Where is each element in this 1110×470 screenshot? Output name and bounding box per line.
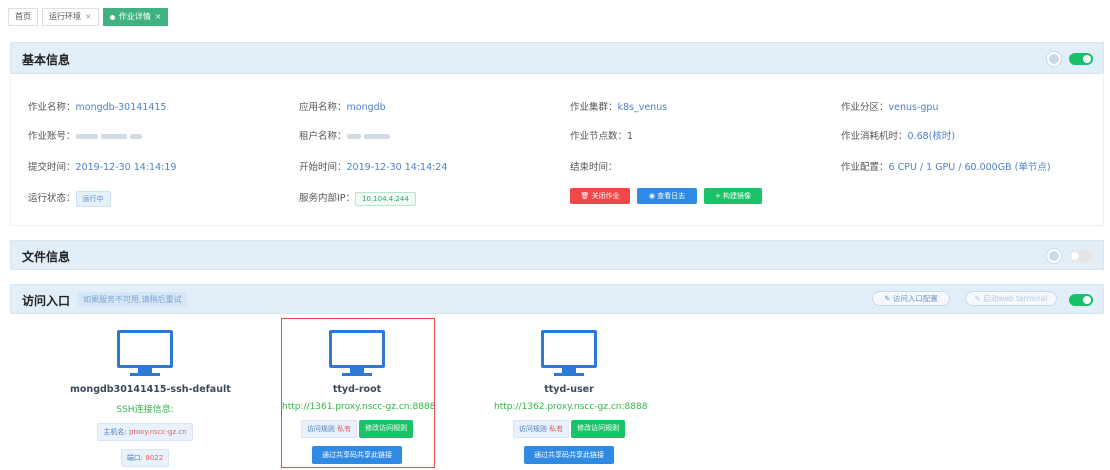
basic-info-header: 基本信息 bbox=[10, 42, 1104, 74]
redacted-value bbox=[100, 134, 127, 139]
access-rule-tag: 访问规则 私有 bbox=[512, 420, 570, 438]
modify-access-rule-button[interactable]: 修改访问规则 bbox=[571, 420, 626, 438]
access-toggle[interactable] bbox=[1069, 294, 1093, 306]
field-app-name: 应用名称：mongdb bbox=[299, 102, 386, 113]
tab-bar: 首页 运行环境 × 作业详情 × bbox=[8, 8, 169, 32]
field-status: 运行状态： 运行中 bbox=[28, 190, 111, 207]
tab-job-detail[interactable]: 作业详情 × bbox=[102, 8, 169, 26]
field-end-time: 结束时间： bbox=[570, 162, 618, 173]
eye-icon: ◉ bbox=[648, 192, 655, 200]
redacted-value bbox=[129, 134, 142, 139]
share-link-button[interactable]: 通过共享码共享此链接 bbox=[524, 446, 614, 464]
monitor-base bbox=[130, 373, 160, 376]
card-title: mongdb30141415-ssh-default bbox=[70, 384, 231, 395]
access-config-button[interactable]: ✎ 访问入口配置 bbox=[872, 291, 950, 306]
field-job-name: 作业名称：mongdb-30141415 bbox=[28, 102, 167, 113]
edit-icon: ✎ bbox=[884, 294, 891, 303]
field-partition: 作业分区：venus-gpu bbox=[841, 102, 939, 113]
start-web-terminal-button[interactable]: ✎ 启动web terminal bbox=[965, 291, 1057, 306]
monitor-base bbox=[554, 373, 584, 376]
redacted-value bbox=[346, 134, 361, 139]
access-card-ssh: mongdb30141415-ssh-default SSH连接信息: 主机名:… bbox=[70, 324, 231, 467]
refresh-icon[interactable] bbox=[1047, 52, 1061, 66]
monitor-icon bbox=[541, 330, 597, 373]
edit-icon: ✎ bbox=[974, 294, 981, 303]
service-notice: 如果服务不可用,请稍后重试 bbox=[78, 292, 187, 307]
file-info-header: 文件信息 bbox=[10, 240, 1104, 270]
field-tenant: 租户名称： bbox=[299, 128, 390, 142]
field-cluster: 作业集群：k8s_venus bbox=[570, 102, 668, 113]
host-tag: 主机名: proxy.nscc-gz.cn bbox=[97, 423, 193, 441]
close-icon[interactable]: × bbox=[155, 9, 162, 25]
monitor-icon bbox=[117, 330, 173, 373]
redacted-value bbox=[75, 134, 98, 139]
field-nodes: 作业节点数：1 bbox=[570, 131, 634, 142]
basic-info-toggle[interactable] bbox=[1069, 53, 1093, 65]
close-icon[interactable]: × bbox=[85, 9, 92, 25]
field-submit-time: 提交时间：2019-12-30 14:14:19 bbox=[28, 162, 177, 173]
ssh-info-label: SSH连接信息: bbox=[116, 405, 174, 415]
view-log-button[interactable]: ◉ 查看日志 bbox=[637, 188, 697, 204]
field-config: 作业配置：6 CPU / 1 GPU / 60.000GB (单节点) bbox=[841, 162, 1051, 173]
refresh-icon[interactable] bbox=[1047, 249, 1061, 263]
ip-badge: 10.104.4.244 bbox=[355, 191, 416, 206]
basic-info-panel: 作业名称：mongdb-30141415 应用名称：mongdb 作业集群：k8… bbox=[10, 76, 1104, 226]
field-account: 作业账号： bbox=[28, 128, 142, 142]
field-start-time: 开始时间：2019-12-30 14:14:24 bbox=[299, 162, 448, 173]
status-badge: 运行中 bbox=[75, 190, 111, 207]
field-ip: 服务内部IP： 10.104.4.244 bbox=[299, 190, 416, 206]
access-card-ttyd-user: ttyd-user http://1362.proxy.nscc-gz.cn:8… bbox=[494, 324, 647, 464]
field-cost: 作业消耗机时：0.68(核时) bbox=[841, 131, 956, 142]
tab-runtime[interactable]: 运行环境 × bbox=[42, 8, 99, 26]
active-dot-icon bbox=[109, 14, 115, 20]
basic-info-title: 基本信息 bbox=[22, 53, 71, 67]
redacted-value bbox=[363, 134, 390, 139]
file-info-title: 文件信息 bbox=[22, 250, 71, 264]
build-image-button[interactable]: + 构建镜像 bbox=[704, 188, 762, 204]
stop-job-button[interactable]: 🗑 关闭作业 bbox=[570, 188, 630, 204]
card-title: ttyd-user bbox=[544, 384, 594, 395]
highlight-box bbox=[281, 318, 435, 468]
file-info-toggle[interactable] bbox=[1069, 250, 1093, 262]
trash-icon: 🗑 bbox=[580, 192, 590, 200]
access-title: 访问入口 bbox=[22, 294, 71, 308]
tab-home[interactable]: 首页 bbox=[8, 8, 38, 26]
port-tag: 端口: 8022 bbox=[120, 449, 170, 467]
card-url-link[interactable]: http://1362.proxy.nscc-gz.cn:8888 bbox=[494, 402, 647, 412]
plus-icon: + bbox=[714, 192, 721, 200]
